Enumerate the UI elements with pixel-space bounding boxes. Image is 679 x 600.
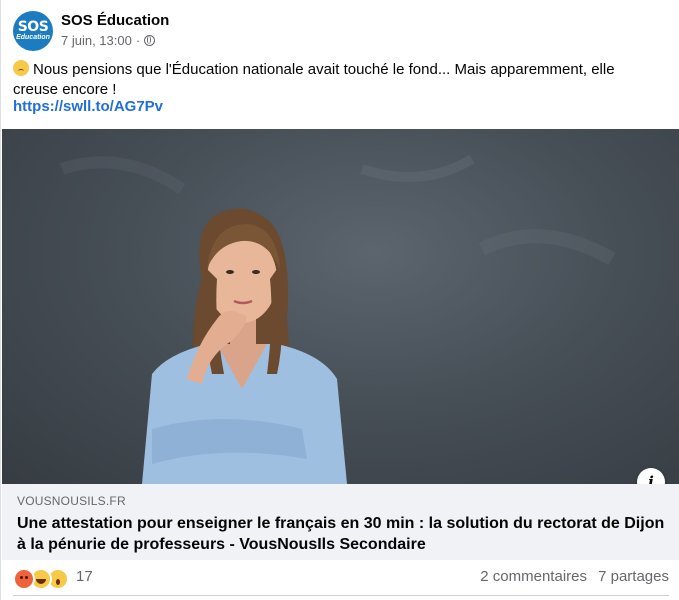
facebook-post: SOS Education SOS Éducation 7 juin, 13:0… (0, 0, 679, 600)
link-preview-image[interactable] (2, 129, 679, 484)
comments-count[interactable]: 2 commentaires (480, 568, 587, 585)
post-meta: 7 juin, 13:00 · (61, 33, 156, 48)
reaction-count[interactable]: 17 (76, 568, 93, 585)
avatar[interactable]: SOS Education (13, 11, 53, 51)
footer-divider (13, 595, 669, 596)
preview-headline[interactable]: Une attestation pour enseigner le frança… (17, 513, 667, 555)
globe-icon[interactable] (144, 35, 156, 46)
post-footer: 17 2 commentaires 7 partages (13, 566, 669, 590)
link-preview[interactable]: VOUSNOUSILS.FR Une attestation pour ense… (2, 484, 679, 560)
avatar-text-top: SOS (17, 18, 49, 35)
meta-separator: · (135, 33, 141, 48)
worried-face-emoji (13, 60, 29, 76)
preview-domain: VOUSNOUSILS.FR (17, 494, 126, 508)
post-message: Nous pensions que l'Éducation nationale … (13, 60, 663, 100)
woman-thinking-illustration (60, 154, 616, 484)
post-link[interactable]: https://swll.to/AG7Pv (13, 98, 163, 115)
reaction-icons[interactable] (13, 568, 69, 590)
angry-reaction-icon (13, 568, 35, 590)
avatar-text-bottom: Education (16, 33, 50, 41)
shares-count[interactable]: 7 partages (598, 568, 669, 585)
timestamp[interactable]: 7 juin, 13:00 (61, 33, 132, 48)
post-message-text: Nous pensions que l'Éducation nationale … (13, 61, 615, 98)
page-name[interactable]: SOS Éducation (61, 12, 169, 29)
